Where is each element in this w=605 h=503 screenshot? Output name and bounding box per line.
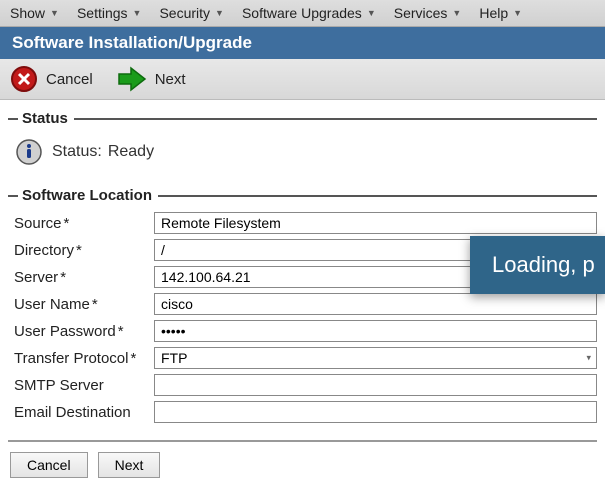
menu-help[interactable]: Help ▼ (479, 5, 522, 21)
cancel-icon[interactable] (10, 65, 38, 93)
menu-label: Settings (77, 5, 128, 21)
menu-show[interactable]: Show ▼ (10, 5, 59, 21)
status-legend: Status (8, 110, 597, 127)
menu-security[interactable]: Security ▼ (159, 5, 224, 21)
software-location-section: Software Location Source Directory Serve… (8, 187, 597, 430)
footer-buttons: Cancel Next (0, 446, 605, 484)
next-arrow-icon[interactable] (117, 66, 147, 92)
password-label: User Password (14, 323, 154, 340)
username-label: User Name (14, 296, 154, 313)
menu-label: Security (159, 5, 210, 21)
divider (8, 440, 597, 442)
loading-overlay: Loading, p (470, 236, 605, 294)
next-button[interactable]: Next (98, 452, 161, 478)
status-value: Ready (108, 143, 154, 161)
protocol-label: Transfer Protocol (14, 350, 154, 367)
cancel-button[interactable]: Cancel (10, 452, 88, 478)
next-button[interactable]: Next (155, 71, 186, 88)
chevron-down-icon: ▼ (50, 8, 59, 18)
status-legend-text: Status (22, 110, 68, 127)
chevron-down-icon: ▼ (133, 8, 142, 18)
page-title: Software Installation/Upgrade (0, 27, 605, 59)
chevron-down-icon: ▼ (367, 8, 376, 18)
menu-label: Software Upgrades (242, 5, 362, 21)
email-input[interactable] (154, 401, 597, 423)
status-section: Status Status: Ready (8, 110, 597, 177)
status-label: Status: (52, 143, 102, 161)
info-icon (16, 139, 42, 165)
cancel-button[interactable]: Cancel (46, 71, 93, 88)
smtp-input[interactable] (154, 374, 597, 396)
smtp-label: SMTP Server (14, 377, 154, 394)
toolbar: Cancel Next (0, 59, 605, 100)
location-legend-text: Software Location (22, 187, 152, 204)
username-input[interactable] (154, 293, 597, 315)
source-select[interactable] (154, 212, 597, 234)
menu-label: Show (10, 5, 45, 21)
directory-label: Directory (14, 242, 154, 259)
menu-settings[interactable]: Settings ▼ (77, 5, 142, 21)
menu-label: Help (479, 5, 508, 21)
location-legend: Software Location (8, 187, 597, 204)
chevron-down-icon: ▼ (215, 8, 224, 18)
protocol-select[interactable] (154, 347, 597, 369)
source-label: Source (14, 215, 154, 232)
menu-label: Services (394, 5, 448, 21)
chevron-down-icon: ▼ (513, 8, 522, 18)
password-input[interactable] (154, 320, 597, 342)
menubar: Show ▼ Settings ▼ Security ▼ Software Upgra… (0, 0, 605, 27)
chevron-down-icon: ▼ (452, 8, 461, 18)
menu-software-upgrades[interactable]: Software Upgrades ▼ (242, 5, 376, 21)
email-label: Email Destination (14, 404, 154, 421)
server-label: Server (14, 269, 154, 286)
menu-services[interactable]: Services ▼ (394, 5, 462, 21)
